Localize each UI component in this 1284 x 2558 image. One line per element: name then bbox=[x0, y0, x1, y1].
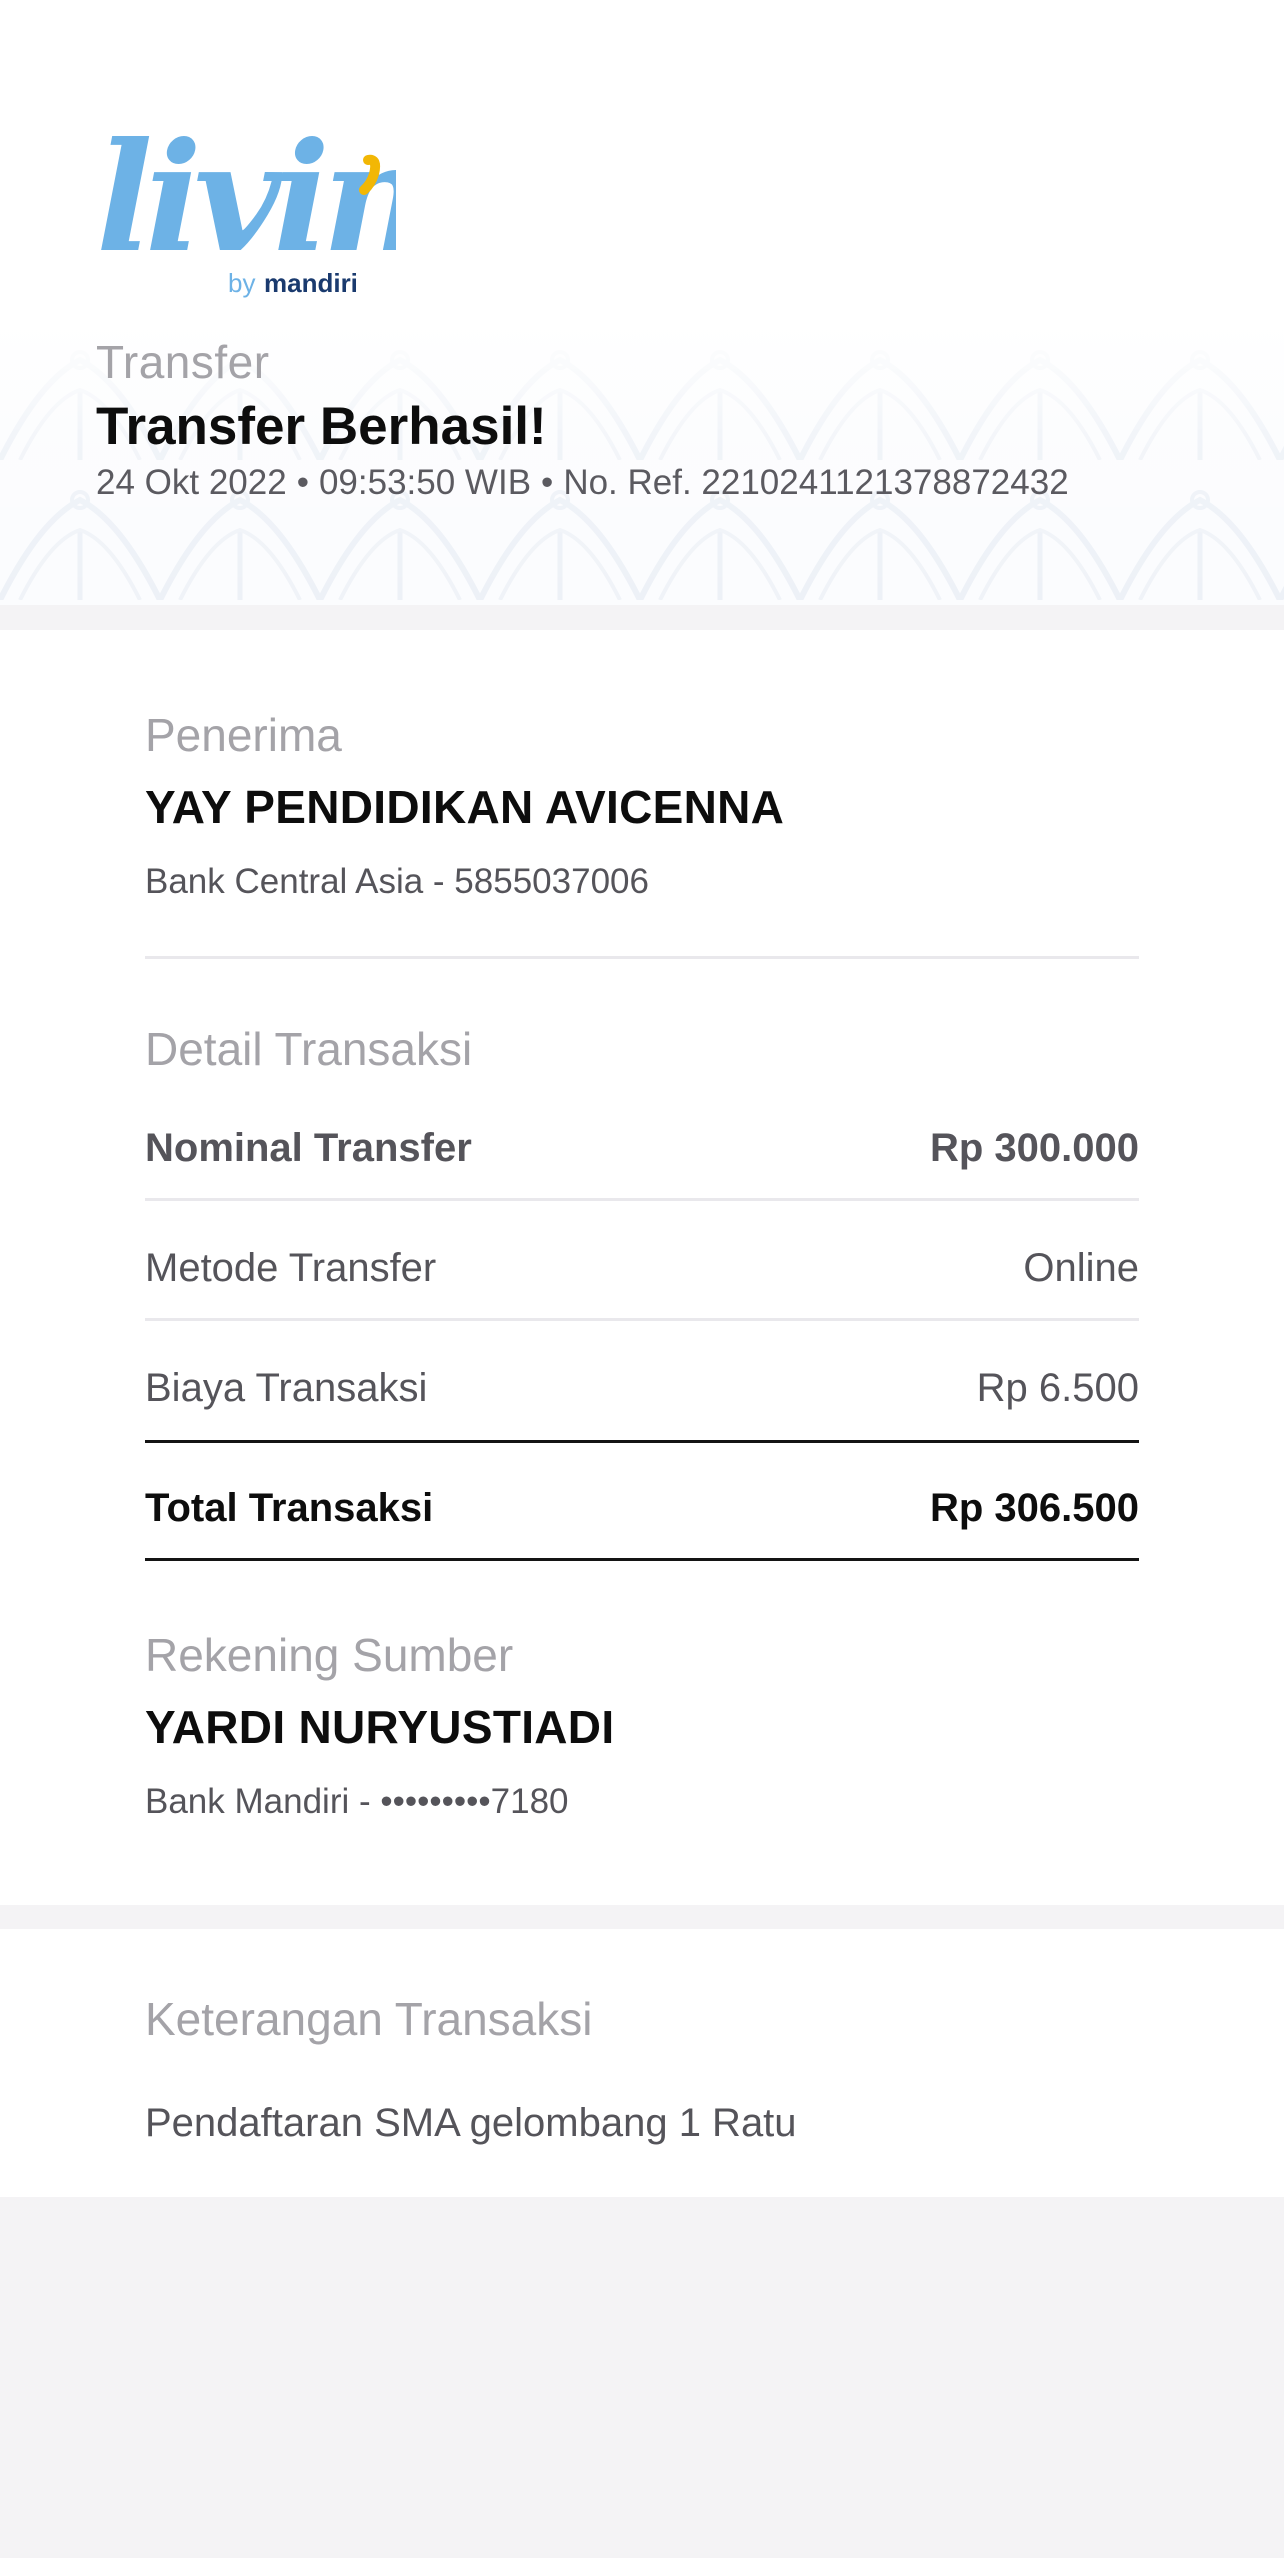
svg-text:mandiri: mandiri bbox=[264, 268, 358, 298]
transaction-meta: 24 Okt 2022 • 09:53:50 WIB • No. Ref. 221024… bbox=[96, 463, 1069, 503]
transaction-time: 09:53:50 WIB bbox=[318, 463, 532, 502]
total-label: Total Transaksi bbox=[145, 1485, 434, 1530]
detail-row-nominal: Nominal Transfer Rp 300.000 bbox=[145, 1118, 1139, 1178]
transaction-date: 24 Okt 2022 bbox=[96, 463, 287, 502]
meta-separator: • bbox=[296, 463, 309, 502]
detail-row-fee: Biaya Transaksi Rp 6.500 bbox=[145, 1358, 1139, 1418]
svg-text:by: by bbox=[228, 268, 255, 298]
row-divider bbox=[145, 1318, 1139, 1321]
detail-row-method: Metode Transfer Online bbox=[145, 1238, 1139, 1298]
reference-number: No. Ref. 2210241121378872432 bbox=[563, 463, 1069, 502]
recipient-account: Bank Central Asia - 5855037006 bbox=[145, 862, 649, 901]
total-divider-bottom bbox=[145, 1558, 1139, 1561]
detail-row-label: Biaya Transaksi bbox=[145, 1365, 428, 1410]
source-name: YARDI NURYUSTIADI bbox=[145, 1701, 615, 1753]
svg-text:livin': livin' bbox=[96, 120, 396, 286]
detail-row-value: Rp 6.500 bbox=[976, 1365, 1139, 1410]
source-section-label: Rekening Sumber bbox=[145, 1629, 514, 1681]
section-divider bbox=[145, 956, 1139, 959]
notes-text: Pendaftaran SMA gelombang 1 Ratu bbox=[145, 2101, 797, 2145]
livin-mandiri-logo: livin' by mandiri bbox=[96, 120, 396, 298]
recipient-section-label: Penerima bbox=[145, 709, 342, 761]
source-account: Bank Mandiri - •••••••••7180 bbox=[145, 1782, 569, 1821]
status-title: Transfer Berhasil! bbox=[96, 397, 547, 456]
detail-row-label: Nominal Transfer bbox=[145, 1125, 472, 1170]
detail-row-value: Online bbox=[1023, 1245, 1139, 1290]
transaction-type-label: Transfer bbox=[96, 336, 270, 388]
transaction-details-card: Penerima YAY PENDIDIKAN AVICENNA Bank Ce… bbox=[0, 630, 1284, 1905]
detail-row-label: Metode Transfer bbox=[145, 1245, 437, 1290]
detail-row-value: Rp 300.000 bbox=[929, 1125, 1139, 1170]
details-section-label: Detail Transaksi bbox=[145, 1023, 473, 1075]
detail-row-total: Total Transaksi Rp 306.500 bbox=[145, 1478, 1139, 1538]
total-value: Rp 306.500 bbox=[929, 1485, 1139, 1530]
row-divider bbox=[145, 1198, 1139, 1201]
transaction-notes-card: Keterangan Transaksi Pendaftaran SMA gel… bbox=[0, 1929, 1284, 2197]
recipient-name: YAY PENDIDIKAN AVICENNA bbox=[145, 781, 785, 833]
total-divider-top bbox=[145, 1440, 1139, 1443]
receipt-header: livin' by mandiri Transfer Transfer Berh… bbox=[0, 0, 1284, 605]
meta-separator: • bbox=[541, 463, 554, 502]
notes-section-label: Keterangan Transaksi bbox=[145, 1993, 593, 2045]
